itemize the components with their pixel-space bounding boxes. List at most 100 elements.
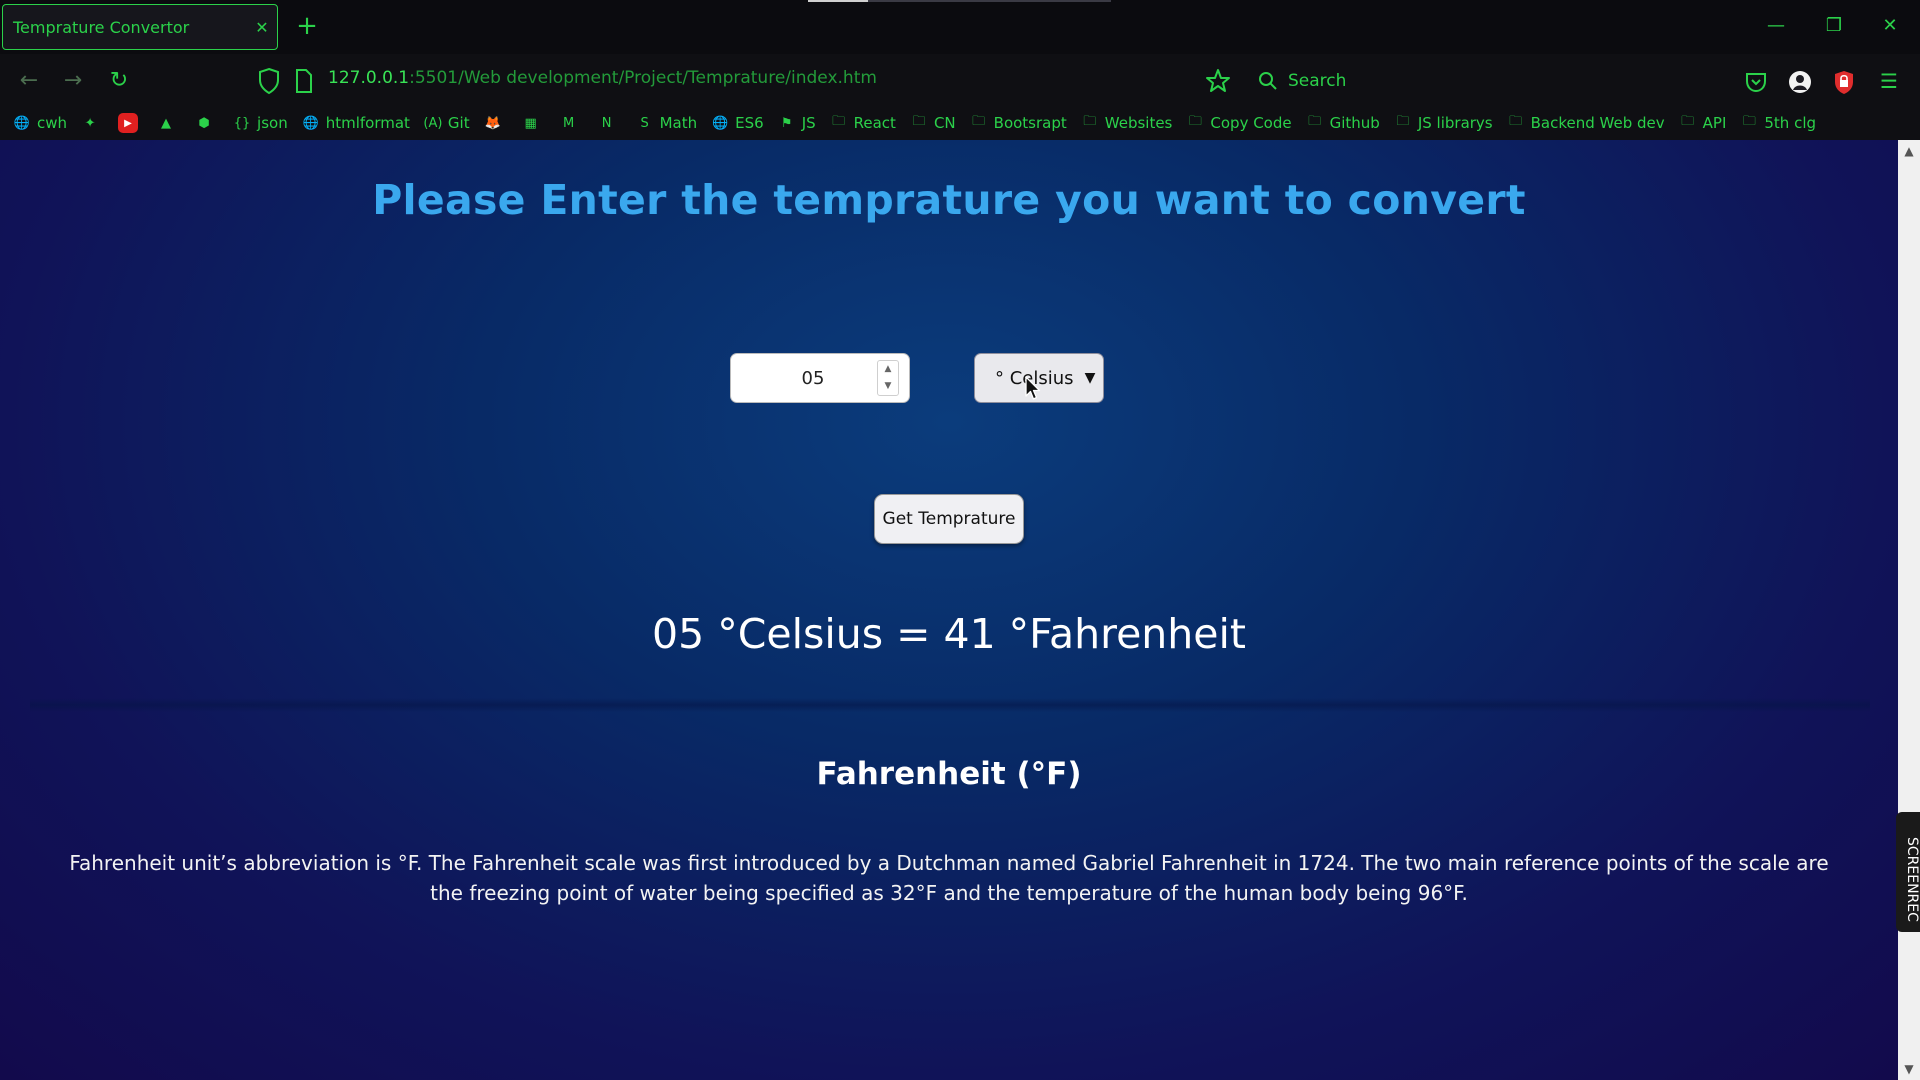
browser-chrome: Temprature Convertor ✕ + — ❐ ✕ ← → ↻ 127… xyxy=(0,0,1920,140)
git-icon: (A) xyxy=(423,115,443,131)
bookmark-label: cwh xyxy=(37,114,68,132)
bookmark-label: Backend Web dev xyxy=(1530,114,1665,132)
hex-icon: ⬢ xyxy=(198,115,210,131)
folder-icon: 🗀 xyxy=(1083,114,1097,129)
bookmark-item[interactable]: 🗀 API xyxy=(1678,110,1726,136)
reload-button[interactable]: ↻ xyxy=(102,64,136,98)
restore-button[interactable]: ❐ xyxy=(1814,8,1854,44)
get-temperature-button[interactable]: Get Temprature xyxy=(874,494,1024,544)
folder-icon: 🗀 xyxy=(832,114,846,129)
bookmark-item[interactable]: 🗀 Bootsrapt xyxy=(969,110,1067,136)
globe-icon: 🌐 xyxy=(712,115,729,131)
page-icon[interactable] xyxy=(294,68,314,94)
tab-active[interactable]: Temprature Convertor ✕ xyxy=(2,4,278,50)
number-spinner[interactable]: ▲ ▼ xyxy=(877,360,899,396)
js-icon: ⚑ xyxy=(780,115,793,131)
forward-button[interactable]: → xyxy=(56,64,90,98)
media-progress-bar xyxy=(808,0,1111,2)
mouse-cursor-icon xyxy=(1025,376,1041,400)
bookmark-label: Websites xyxy=(1104,114,1173,132)
bookmark-item[interactable]: ▶ xyxy=(118,110,143,136)
bookmark-label: Bootsrapt xyxy=(993,114,1067,132)
bookmark-item[interactable]: 🦊 xyxy=(483,110,508,136)
spin-up-icon[interactable]: ▲ xyxy=(878,361,898,378)
scroll-down-icon[interactable]: ▼ xyxy=(1898,1058,1920,1080)
divider xyxy=(30,698,1870,712)
bookmark-label: React xyxy=(853,114,896,132)
temperature-input[interactable]: 05 ▲ ▼ xyxy=(730,353,910,403)
new-tab-button[interactable]: + xyxy=(292,10,322,44)
close-tab-icon[interactable]: ✕ xyxy=(247,18,277,37)
folder-icon: 🗀 xyxy=(1396,114,1410,129)
fox-icon: 🦊 xyxy=(484,115,501,131)
url-bar[interactable]: 127.0.0.1:5501/Web development/Project/T… xyxy=(328,68,877,88)
bookmark-item[interactable]: 🗀 CN xyxy=(909,110,956,136)
bookmark-item[interactable]: N xyxy=(597,110,622,136)
bookmark-item[interactable]: 🌐 htmlformat xyxy=(301,110,410,136)
spin-down-icon[interactable]: ▼ xyxy=(878,378,898,395)
youtube-icon: ▶ xyxy=(118,113,139,133)
bookmark-item[interactable]: 🗀 Websites xyxy=(1080,110,1173,136)
drive-icon: ▲ xyxy=(161,115,172,131)
bookmark-label: Git xyxy=(447,114,470,132)
globe-icon: 🌐 xyxy=(302,115,319,131)
bookmark-item[interactable]: 🌐 cwh xyxy=(12,110,67,136)
bookmark-item[interactable]: ▲ xyxy=(156,110,181,136)
s-icon: S xyxy=(640,115,649,131)
url-path: :5501/Web development/Project/Temprature… xyxy=(409,68,877,88)
conversion-result: 05 °Celsius = 41 °Fahrenheit xyxy=(652,610,1246,658)
bookmark-item[interactable]: 🗀 Backend Web dev xyxy=(1506,110,1665,136)
minimize-button[interactable]: — xyxy=(1756,8,1796,44)
figma-icon: ✦ xyxy=(84,115,96,131)
search-placeholder: Search xyxy=(1288,71,1347,91)
unit-description: Fahrenheit unit’s abbreviation is °F. Th… xyxy=(69,851,1829,905)
unit-info-title: Fahrenheit (°F) xyxy=(816,756,1082,792)
bookmark-item[interactable]: 🗀 JS librarys xyxy=(1393,110,1492,136)
bookmark-item[interactable]: 🗀 5th clg xyxy=(1739,110,1816,136)
folder-icon: 🗀 xyxy=(912,114,926,129)
adblock-icon[interactable] xyxy=(1830,68,1858,96)
bookmark-item[interactable]: 🗀 React xyxy=(829,110,896,136)
menu-icon[interactable]: ☰ xyxy=(1872,64,1906,98)
back-button[interactable]: ← xyxy=(12,64,46,98)
bookmark-item[interactable]: ✦ xyxy=(80,110,105,136)
bookmark-item[interactable]: ⚑ JS xyxy=(777,110,816,136)
bookmark-label: Github xyxy=(1329,114,1380,132)
bookmark-label: Copy Code xyxy=(1210,114,1292,132)
bookmark-item[interactable]: S Math xyxy=(635,110,698,136)
bookmark-item[interactable]: ⬢ xyxy=(194,110,219,136)
tab-strip: Temprature Convertor ✕ + — ❐ ✕ xyxy=(0,0,1920,54)
url-host: 127.0.0.1 xyxy=(328,68,410,88)
bookmark-item[interactable]: M xyxy=(559,110,584,136)
search-box[interactable]: Search xyxy=(1258,66,1478,96)
bookmark-star-icon[interactable] xyxy=(1203,66,1233,96)
grid-icon: ▦ xyxy=(524,115,537,131)
bookmark-item[interactable]: {} json xyxy=(232,110,288,136)
folder-icon: 🗀 xyxy=(1308,114,1322,129)
bookmark-item[interactable]: ▦ xyxy=(521,110,546,136)
bookmark-label: CN xyxy=(933,114,956,132)
bookmark-label: ES6 xyxy=(735,114,764,132)
bookmark-item[interactable]: 🗀 Github xyxy=(1305,110,1380,136)
vertical-scrollbar[interactable]: ▲ ▼ xyxy=(1898,140,1920,1080)
account-icon[interactable] xyxy=(1786,68,1814,96)
json-icon: {} xyxy=(233,115,251,131)
scroll-up-icon[interactable]: ▲ xyxy=(1898,140,1920,162)
page-heading: Please Enter the temprature you want to … xyxy=(372,176,1526,224)
mui-icon: M xyxy=(563,115,575,131)
bookmark-label: Math xyxy=(659,114,698,132)
close-window-button[interactable]: ✕ xyxy=(1870,8,1910,44)
pocket-icon[interactable] xyxy=(1742,68,1770,96)
navigation-bar: ← → ↻ 127.0.0.1:5501/Web development/Pro… xyxy=(0,60,1920,102)
screenrec-badge[interactable]: SCREENREC xyxy=(1896,812,1920,932)
bookmark-item[interactable]: 🌐 ES6 xyxy=(710,110,764,136)
folder-icon: 🗀 xyxy=(1509,114,1523,129)
tab-title: Temprature Convertor xyxy=(13,17,190,37)
bookmark-item[interactable]: 🗀 Copy Code xyxy=(1185,110,1292,136)
globe-icon: 🌐 xyxy=(13,115,31,131)
search-icon xyxy=(1259,72,1277,90)
shield-icon[interactable] xyxy=(256,66,282,96)
bookmark-item[interactable]: (A) Git xyxy=(423,110,470,136)
bookmark-label: 5th clg xyxy=(1764,114,1817,132)
chevron-down-icon: ▼ xyxy=(1084,370,1096,386)
